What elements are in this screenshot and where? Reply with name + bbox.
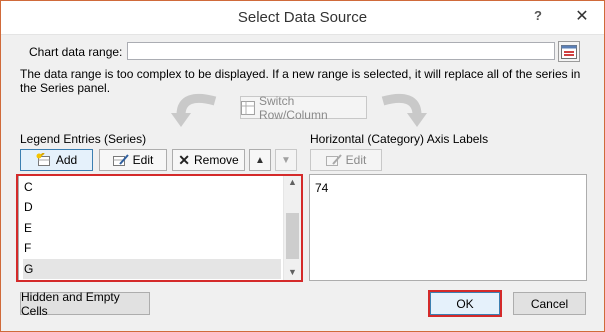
switch-row-column-label: Switch Row/Column [258,93,328,122]
highlight-box-series [16,174,303,282]
dialog-title: Select Data Source [237,9,368,26]
cancel-button[interactable]: Cancel [513,292,586,315]
edit-axis-labels-button[interactable]: Edit [310,149,382,171]
move-down-button[interactable]: ▼ [275,149,297,171]
edit-series-button[interactable]: Edit [99,149,167,171]
add-icon [36,153,50,166]
axis-labels-heading: Horizontal (Category) Axis Labels [310,132,489,146]
edit-icon [325,154,342,166]
add-series-button[interactable]: Add [20,149,93,171]
remove-label: Remove [194,153,239,167]
title-bar: Select Data Source ? ✕ [1,1,604,35]
help-button[interactable]: ? [524,3,552,27]
axis-edit-label: Edit [345,153,367,167]
range-message: The data range is too complex to be disp… [20,67,581,95]
select-data-source-dialog: Select Data Source ? ✕ Chart data range:… [0,0,605,332]
switch-row-column-icon [241,100,255,115]
chart-data-range-input[interactable] [127,42,555,60]
edit-label: Edit [132,153,154,167]
triangle-down-icon: ▼ [281,154,291,166]
hidden-empty-cells-button[interactable]: Hidden and Empty Cells [20,290,150,318]
list-item[interactable]: 74 [314,178,566,198]
remove-series-button[interactable]: ✕ Remove [172,149,245,171]
remove-icon: ✕ [178,151,191,168]
highlight-box-ok [428,290,502,317]
range-select-button[interactable] [558,41,580,62]
curved-arrow-right-icon [381,93,427,127]
triangle-up-icon: ▲ [255,154,265,166]
collapse-dialog-icon [561,44,577,59]
edit-icon [112,154,129,166]
switch-row-column-button[interactable]: Switch Row/Column [240,93,367,122]
legend-entries-heading: Legend Entries (Series) [20,132,147,146]
close-button[interactable]: ✕ [568,4,596,28]
add-label: Add [55,153,78,167]
axis-labels-list[interactable]: 74 [309,174,587,281]
curved-arrow-left-icon [171,93,217,127]
move-up-button[interactable]: ▲ [249,149,271,171]
chart-data-range-label: Chart data range: [29,45,123,59]
